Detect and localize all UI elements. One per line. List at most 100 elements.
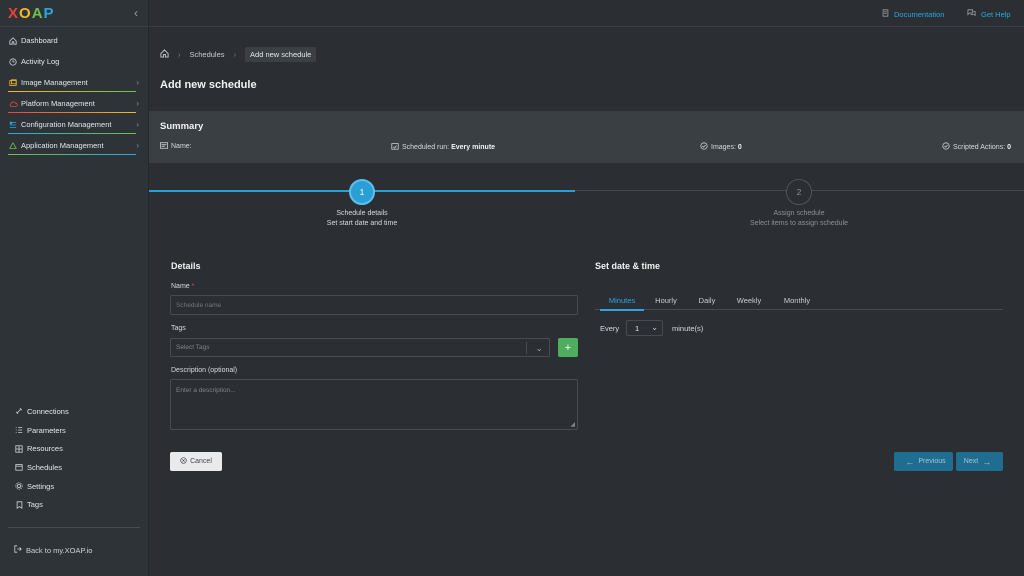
top-bar: Documentation Get Help: [149, 0, 1024, 27]
list-icon: [14, 426, 24, 434]
step-title: Assign schedule: [773, 210, 825, 217]
step-2-label: Assign schedule Select items to assign s…: [699, 209, 899, 229]
clock-icon: [8, 57, 18, 66]
sidebar-item-label: Schedules: [27, 462, 63, 472]
tab-minutes[interactable]: Minutes: [600, 290, 644, 311]
tags-placeholder: Select Tags: [176, 344, 210, 351]
gear-icon: [14, 482, 24, 490]
breadcrumb-separator-icon: ›: [178, 50, 181, 59]
chevron-right-icon: ›: [136, 99, 139, 108]
sidebar-item-dashboard[interactable]: Dashboard: [0, 30, 148, 51]
previous-button[interactable]: ← Previous: [894, 452, 953, 471]
sidebar-item-activity-log[interactable]: Activity Log: [0, 51, 148, 72]
secondary-nav: Connections Parameters Resources Schedul…: [0, 402, 149, 514]
name-label: Name *: [171, 283, 194, 290]
tags-label: Tags: [171, 325, 186, 332]
sidebar-item-configuration-management[interactable]: Configuration Management ›: [0, 114, 148, 135]
tab-weekly[interactable]: Weekly: [730, 290, 768, 310]
chevron-right-icon: ›: [136, 120, 139, 129]
chevron-right-icon: ›: [136, 141, 139, 150]
check-circle-icon: [700, 142, 708, 152]
step-subtitle: Select items to assign schedule: [749, 220, 849, 227]
accent-underline: [8, 112, 136, 113]
next-button[interactable]: Next →: [956, 452, 1003, 471]
resize-handle-icon[interactable]: ◢: [570, 421, 575, 428]
step-number: 1: [359, 187, 365, 197]
sidebar-item-application-management[interactable]: Application Management ›: [0, 135, 148, 156]
apps-icon: [8, 141, 18, 150]
chevron-left-icon[interactable]: ‹: [134, 6, 138, 20]
breadcrumb-item-schedules[interactable]: Schedules: [190, 50, 225, 59]
calendar-icon: [14, 463, 24, 472]
minute-interval-select[interactable]: 1 ⌄: [626, 320, 663, 336]
sidebar-item-tags[interactable]: Tags: [0, 495, 149, 514]
sidebar-item-label: Connections: [27, 406, 69, 416]
step-subtitle: Set start date and time: [326, 220, 398, 227]
description-textarea[interactable]: Enter a description... ◢: [170, 379, 578, 430]
logout-icon: [14, 545, 22, 555]
tab-hourly[interactable]: Hourly: [647, 290, 685, 310]
name-label-text: Name: [171, 283, 190, 290]
step-2-indicator[interactable]: 2: [786, 179, 812, 205]
accent-underline: [8, 91, 136, 92]
link-icon: [14, 407, 24, 415]
xoap-logo[interactable]: XOAP: [8, 5, 55, 22]
sidebar-item-settings[interactable]: Settings: [0, 477, 149, 496]
sidebar-item-label: Settings: [27, 481, 55, 491]
summary-images-label: Images:: [711, 143, 736, 151]
accent-underline: [8, 133, 136, 134]
tab-label: Minutes: [608, 295, 636, 305]
home-icon: [8, 36, 18, 45]
select-divider: [526, 342, 527, 354]
tab-daily[interactable]: Daily: [690, 290, 724, 310]
required-marker: *: [191, 283, 195, 290]
tags-select[interactable]: Select Tags ⌄: [170, 338, 550, 357]
summary-scripted-actions: Scripted Actions: 0: [942, 142, 1011, 152]
sidebar-item-label: Dashboard: [21, 36, 58, 45]
previous-label: Previous: [918, 458, 946, 465]
breadcrumb-item-current: Add new schedule: [245, 47, 317, 62]
sidebar-item-resources[interactable]: Resources: [0, 439, 149, 458]
sidebar-item-label: Activity Log: [21, 57, 60, 66]
sidebar-item-label: Platform Management: [21, 99, 95, 108]
sidebar-item-label: Application Management: [21, 141, 104, 150]
sidebar-item-connections[interactable]: Connections: [0, 402, 149, 421]
chevron-down-icon: ⌄: [651, 323, 658, 332]
breadcrumb-separator-icon: ›: [233, 50, 237, 59]
bookmark-icon: [14, 501, 24, 509]
config-icon: [8, 121, 18, 129]
step-title: Schedule details: [336, 210, 388, 217]
documentation-link[interactable]: Documentation: [882, 9, 944, 19]
sidebar-item-label: Tags: [27, 500, 43, 510]
tab-label: Weekly: [736, 295, 762, 305]
cancel-button[interactable]: Cancel: [170, 452, 222, 471]
breadcrumb: › Schedules › Add new schedule: [160, 47, 317, 62]
page-title: Add new schedule: [160, 79, 257, 91]
step-number: 2: [796, 187, 802, 197]
check-circle-icon: [942, 142, 950, 152]
sidebar-item-label: Image Management: [21, 78, 88, 87]
sidebar: XOAP ‹ Dashboard Activity Log Image Mana…: [0, 0, 149, 576]
sidebar-item-parameters[interactable]: Parameters: [0, 421, 149, 440]
document-icon: [882, 9, 889, 19]
documentation-label: Documentation: [894, 9, 945, 19]
back-to-xoap-link[interactable]: Back to my.XOAP.io: [14, 545, 92, 555]
cancel-label: Cancel: [190, 458, 212, 465]
schedule-name-input[interactable]: [170, 295, 578, 315]
chevron-right-icon: ›: [136, 78, 139, 87]
step-1-indicator[interactable]: 1: [349, 179, 375, 205]
sidebar-item-image-management[interactable]: Image Management ›: [0, 72, 148, 93]
tab-monthly[interactable]: Monthly: [775, 290, 819, 310]
summary-name-label: Name:: [171, 143, 192, 150]
tab-label: Monthly: [783, 295, 811, 305]
help-chat-icon: [967, 9, 976, 19]
sidebar-item-schedules[interactable]: Schedules: [0, 458, 149, 477]
every-label: Every: [600, 324, 620, 333]
next-label: Next: [963, 458, 979, 465]
sidebar-item-platform-management[interactable]: Platform Management ›: [0, 93, 148, 114]
get-help-link[interactable]: Get Help: [967, 9, 1011, 19]
summary-panel: Summary Name: Scheduled run: Every minut…: [149, 111, 1024, 163]
add-tag-button[interactable]: +: [558, 338, 578, 357]
home-icon[interactable]: [160, 49, 169, 60]
tab-label: Daily: [698, 295, 716, 305]
